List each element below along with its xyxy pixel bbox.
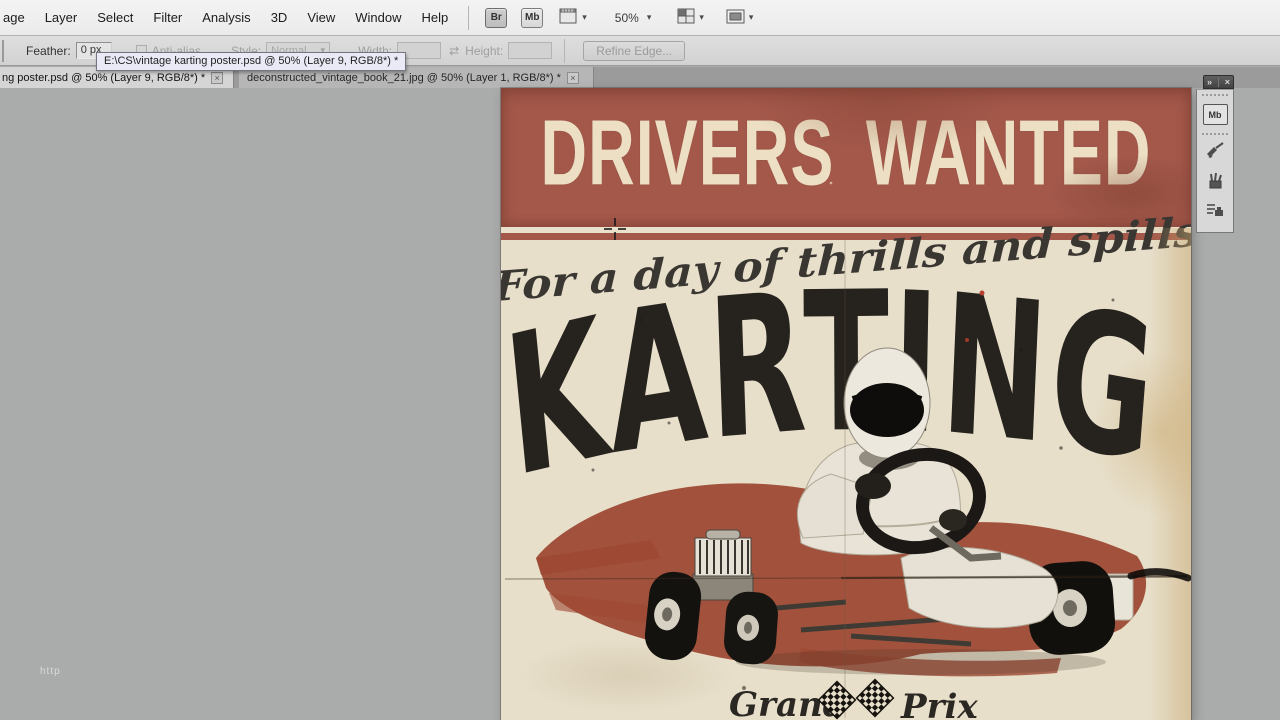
footer-prix-text: Prix bbox=[900, 687, 978, 720]
screen-mode-icon[interactable] bbox=[726, 9, 745, 27]
dock-header-divider bbox=[1218, 78, 1219, 87]
menu-bar: age Layer Select Filter Analysis 3D View… bbox=[0, 0, 1280, 36]
checkered-flag-icon bbox=[819, 682, 856, 719]
panel-dock-header: » × bbox=[1203, 75, 1234, 89]
height-label: Height: bbox=[465, 44, 503, 58]
poster-headline: DRIVERS WANTED bbox=[501, 108, 1191, 201]
close-tab-icon[interactable]: × bbox=[211, 72, 223, 84]
rust-brush-stroke bbox=[536, 483, 1146, 676]
poster-footer: Grand Prix bbox=[729, 680, 978, 720]
arrange-documents-icon[interactable] bbox=[677, 8, 695, 27]
tab-title: ng poster.psd @ 50% (Layer 9, RGB/8*) * bbox=[2, 72, 205, 84]
mini-bridge-panel-icon[interactable]: Mb bbox=[1203, 104, 1228, 125]
canvas-area[interactable]: http DRIVERS WANTED For a day of thrills… bbox=[0, 88, 1280, 720]
paper-specks bbox=[592, 299, 1143, 691]
menu-item-select[interactable]: Select bbox=[87, 0, 143, 36]
view-extras-caret-icon[interactable]: ▾ bbox=[582, 12, 587, 23]
menu-item-window[interactable]: Window bbox=[345, 0, 411, 36]
brush-panel-icon[interactable] bbox=[1203, 139, 1227, 161]
options-divider bbox=[564, 39, 565, 63]
view-extras-icon[interactable] bbox=[559, 8, 578, 27]
dock-grip bbox=[1202, 133, 1228, 135]
paper-aging-stain bbox=[1149, 228, 1191, 720]
panel-dock: Mb bbox=[1196, 89, 1234, 233]
kart-driver bbox=[797, 348, 1057, 628]
footer-grand-text: Grand bbox=[729, 685, 847, 720]
menu-item-help[interactable]: Help bbox=[412, 0, 459, 36]
menu-item-layer[interactable]: Layer bbox=[35, 0, 88, 36]
kart-tires bbox=[643, 559, 1118, 666]
kart-frame bbox=[753, 602, 1063, 644]
checkered-flag-icon bbox=[857, 680, 894, 717]
red-speck bbox=[980, 291, 985, 296]
paper-aging-stain bbox=[516, 638, 736, 713]
launch-bridge-button[interactable]: Br bbox=[485, 8, 507, 28]
menu-item-filter[interactable]: Filter bbox=[143, 0, 192, 36]
close-tab-icon[interactable]: × bbox=[567, 72, 579, 84]
tab-title: deconstructed_vintage_book_21.jpg @ 50% … bbox=[247, 72, 561, 84]
paper-aging-stain bbox=[1091, 348, 1191, 518]
feather-label: Feather: bbox=[26, 44, 71, 58]
zoom-level-value[interactable]: 50% bbox=[615, 11, 639, 25]
fold-creases bbox=[505, 240, 1188, 718]
close-panel-icon[interactable]: × bbox=[1225, 77, 1230, 87]
menu-item-view[interactable]: View bbox=[297, 0, 345, 36]
screen-mode-caret-icon[interactable]: ▾ bbox=[749, 12, 754, 23]
watermark-text: http bbox=[40, 666, 61, 677]
options-bar-grip[interactable] bbox=[2, 40, 6, 62]
dock-grip[interactable] bbox=[1202, 94, 1228, 96]
menu-item-image-truncated[interactable]: age bbox=[0, 0, 35, 36]
kart-side-pod bbox=[1057, 574, 1133, 620]
kart-engine bbox=[693, 530, 753, 600]
height-input[interactable] bbox=[508, 42, 552, 59]
red-speck bbox=[965, 338, 969, 342]
document-path-tooltip: E:\CS\vintage karting poster.psd @ 50% (… bbox=[96, 52, 406, 71]
clone-source-panel-icon[interactable] bbox=[1203, 199, 1227, 221]
swap-dimensions-icon[interactable]: ⇄ bbox=[449, 44, 459, 58]
menu-item-3d[interactable]: 3D bbox=[261, 0, 298, 36]
toolbar-divider bbox=[468, 6, 469, 30]
tool-presets-panel-icon[interactable] bbox=[1203, 169, 1227, 191]
poster-document[interactable]: DRIVERS WANTED For a day of thrills and … bbox=[501, 88, 1191, 720]
zoom-level-caret-icon[interactable]: ▾ bbox=[647, 12, 652, 23]
arrange-documents-caret-icon[interactable]: ▾ bbox=[699, 12, 704, 23]
launch-mini-bridge-button[interactable]: Mb bbox=[521, 8, 543, 28]
expand-panel-icon[interactable]: » bbox=[1207, 77, 1212, 87]
refine-edge-button[interactable]: Refine Edge... bbox=[583, 41, 685, 61]
menu-item-analysis[interactable]: Analysis bbox=[192, 0, 260, 36]
